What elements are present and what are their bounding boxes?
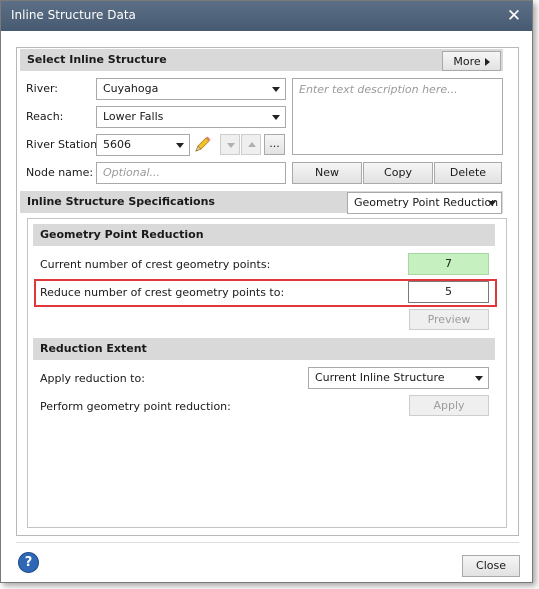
- arrow-down-icon: [227, 143, 235, 148]
- apply-label: Apply: [433, 399, 465, 412]
- reduce-points-label: Reduce number of crest geometry points t…: [40, 286, 285, 299]
- next-station-button[interactable]: [241, 134, 261, 155]
- chevron-down-icon: [272, 87, 280, 92]
- arrow-up-icon: [248, 142, 256, 147]
- apply-to-value: Current Inline Structure: [315, 371, 445, 384]
- river-station-value: 5606: [103, 138, 131, 151]
- specification-mode-select[interactable]: Geometry Point Reduction: [347, 192, 502, 214]
- chevron-down-icon: [176, 143, 184, 148]
- close-label: Close: [476, 559, 506, 572]
- reduce-points-input[interactable]: 5: [408, 281, 489, 303]
- edit-station-button[interactable]: [191, 134, 213, 156]
- preview-button[interactable]: Preview: [409, 309, 489, 330]
- station-ellipsis-button[interactable]: ...: [264, 134, 285, 155]
- footer-separator: [16, 542, 519, 543]
- new-label: New: [315, 166, 339, 179]
- specification-mode-value: Geometry Point Reduction: [354, 196, 499, 209]
- delete-label: Delete: [449, 166, 487, 179]
- reach-value: Lower Falls: [103, 110, 164, 123]
- more-label: More: [453, 55, 481, 68]
- copy-button[interactable]: Copy: [363, 162, 433, 184]
- river-label: River:: [26, 82, 59, 95]
- current-points-value: 7: [408, 253, 489, 275]
- specifications-title: Inline Structure Specifications: [27, 195, 215, 208]
- apply-button[interactable]: Apply: [409, 395, 489, 416]
- reach-label: Reach:: [26, 110, 64, 123]
- current-points-label: Current number of crest geometry points:: [40, 258, 271, 271]
- chevron-down-icon: [488, 201, 496, 206]
- river-value: Cuyahoga: [103, 82, 159, 95]
- geometry-point-reduction-title: Geometry Point Reduction: [40, 228, 204, 241]
- node-name-input[interactable]: Optional...: [96, 162, 286, 184]
- description-placeholder: Enter text description here...: [299, 83, 458, 96]
- apply-to-label: Apply reduction to:: [40, 372, 145, 385]
- triangle-right-icon: [484, 58, 490, 66]
- copy-label: Copy: [384, 166, 412, 179]
- perform-reduction-label: Perform geometry point reduction:: [40, 400, 231, 413]
- river-station-select[interactable]: 5606: [96, 134, 190, 156]
- river-station-label: River Station:: [26, 138, 101, 151]
- close-button[interactable]: Close: [462, 555, 520, 577]
- chevron-down-icon: [475, 376, 483, 381]
- chevron-down-icon: [272, 115, 280, 120]
- select-structure-header: Select Inline Structure: [20, 49, 503, 71]
- preview-label: Preview: [427, 313, 471, 326]
- description-input[interactable]: Enter text description here...: [292, 78, 503, 155]
- reach-select[interactable]: Lower Falls: [96, 106, 286, 128]
- geometry-point-reduction-header: Geometry Point Reduction: [33, 224, 495, 246]
- ellipsis-label: ...: [269, 137, 280, 150]
- help-icon[interactable]: ?: [18, 552, 39, 573]
- close-icon[interactable]: ✕: [501, 4, 527, 28]
- reduction-extent-title: Reduction Extent: [40, 342, 147, 355]
- apply-to-select[interactable]: Current Inline Structure: [308, 367, 489, 389]
- node-name-label: Node name:: [26, 166, 94, 179]
- delete-button[interactable]: Delete: [434, 162, 502, 184]
- river-select[interactable]: Cuyahoga: [96, 78, 286, 100]
- dialog-window: Inline Structure Data ✕ Select Inline St…: [0, 0, 533, 583]
- reduction-extent-header: Reduction Extent: [33, 338, 495, 360]
- title-bar: Inline Structure Data ✕: [1, 1, 532, 31]
- node-name-placeholder: Optional...: [103, 166, 160, 179]
- more-button[interactable]: More: [442, 51, 501, 71]
- new-button[interactable]: New: [292, 162, 362, 184]
- window-title: Inline Structure Data: [11, 8, 136, 22]
- pencil-icon: [195, 136, 211, 152]
- select-structure-title: Select Inline Structure: [27, 53, 167, 66]
- previous-station-button[interactable]: [220, 134, 240, 155]
